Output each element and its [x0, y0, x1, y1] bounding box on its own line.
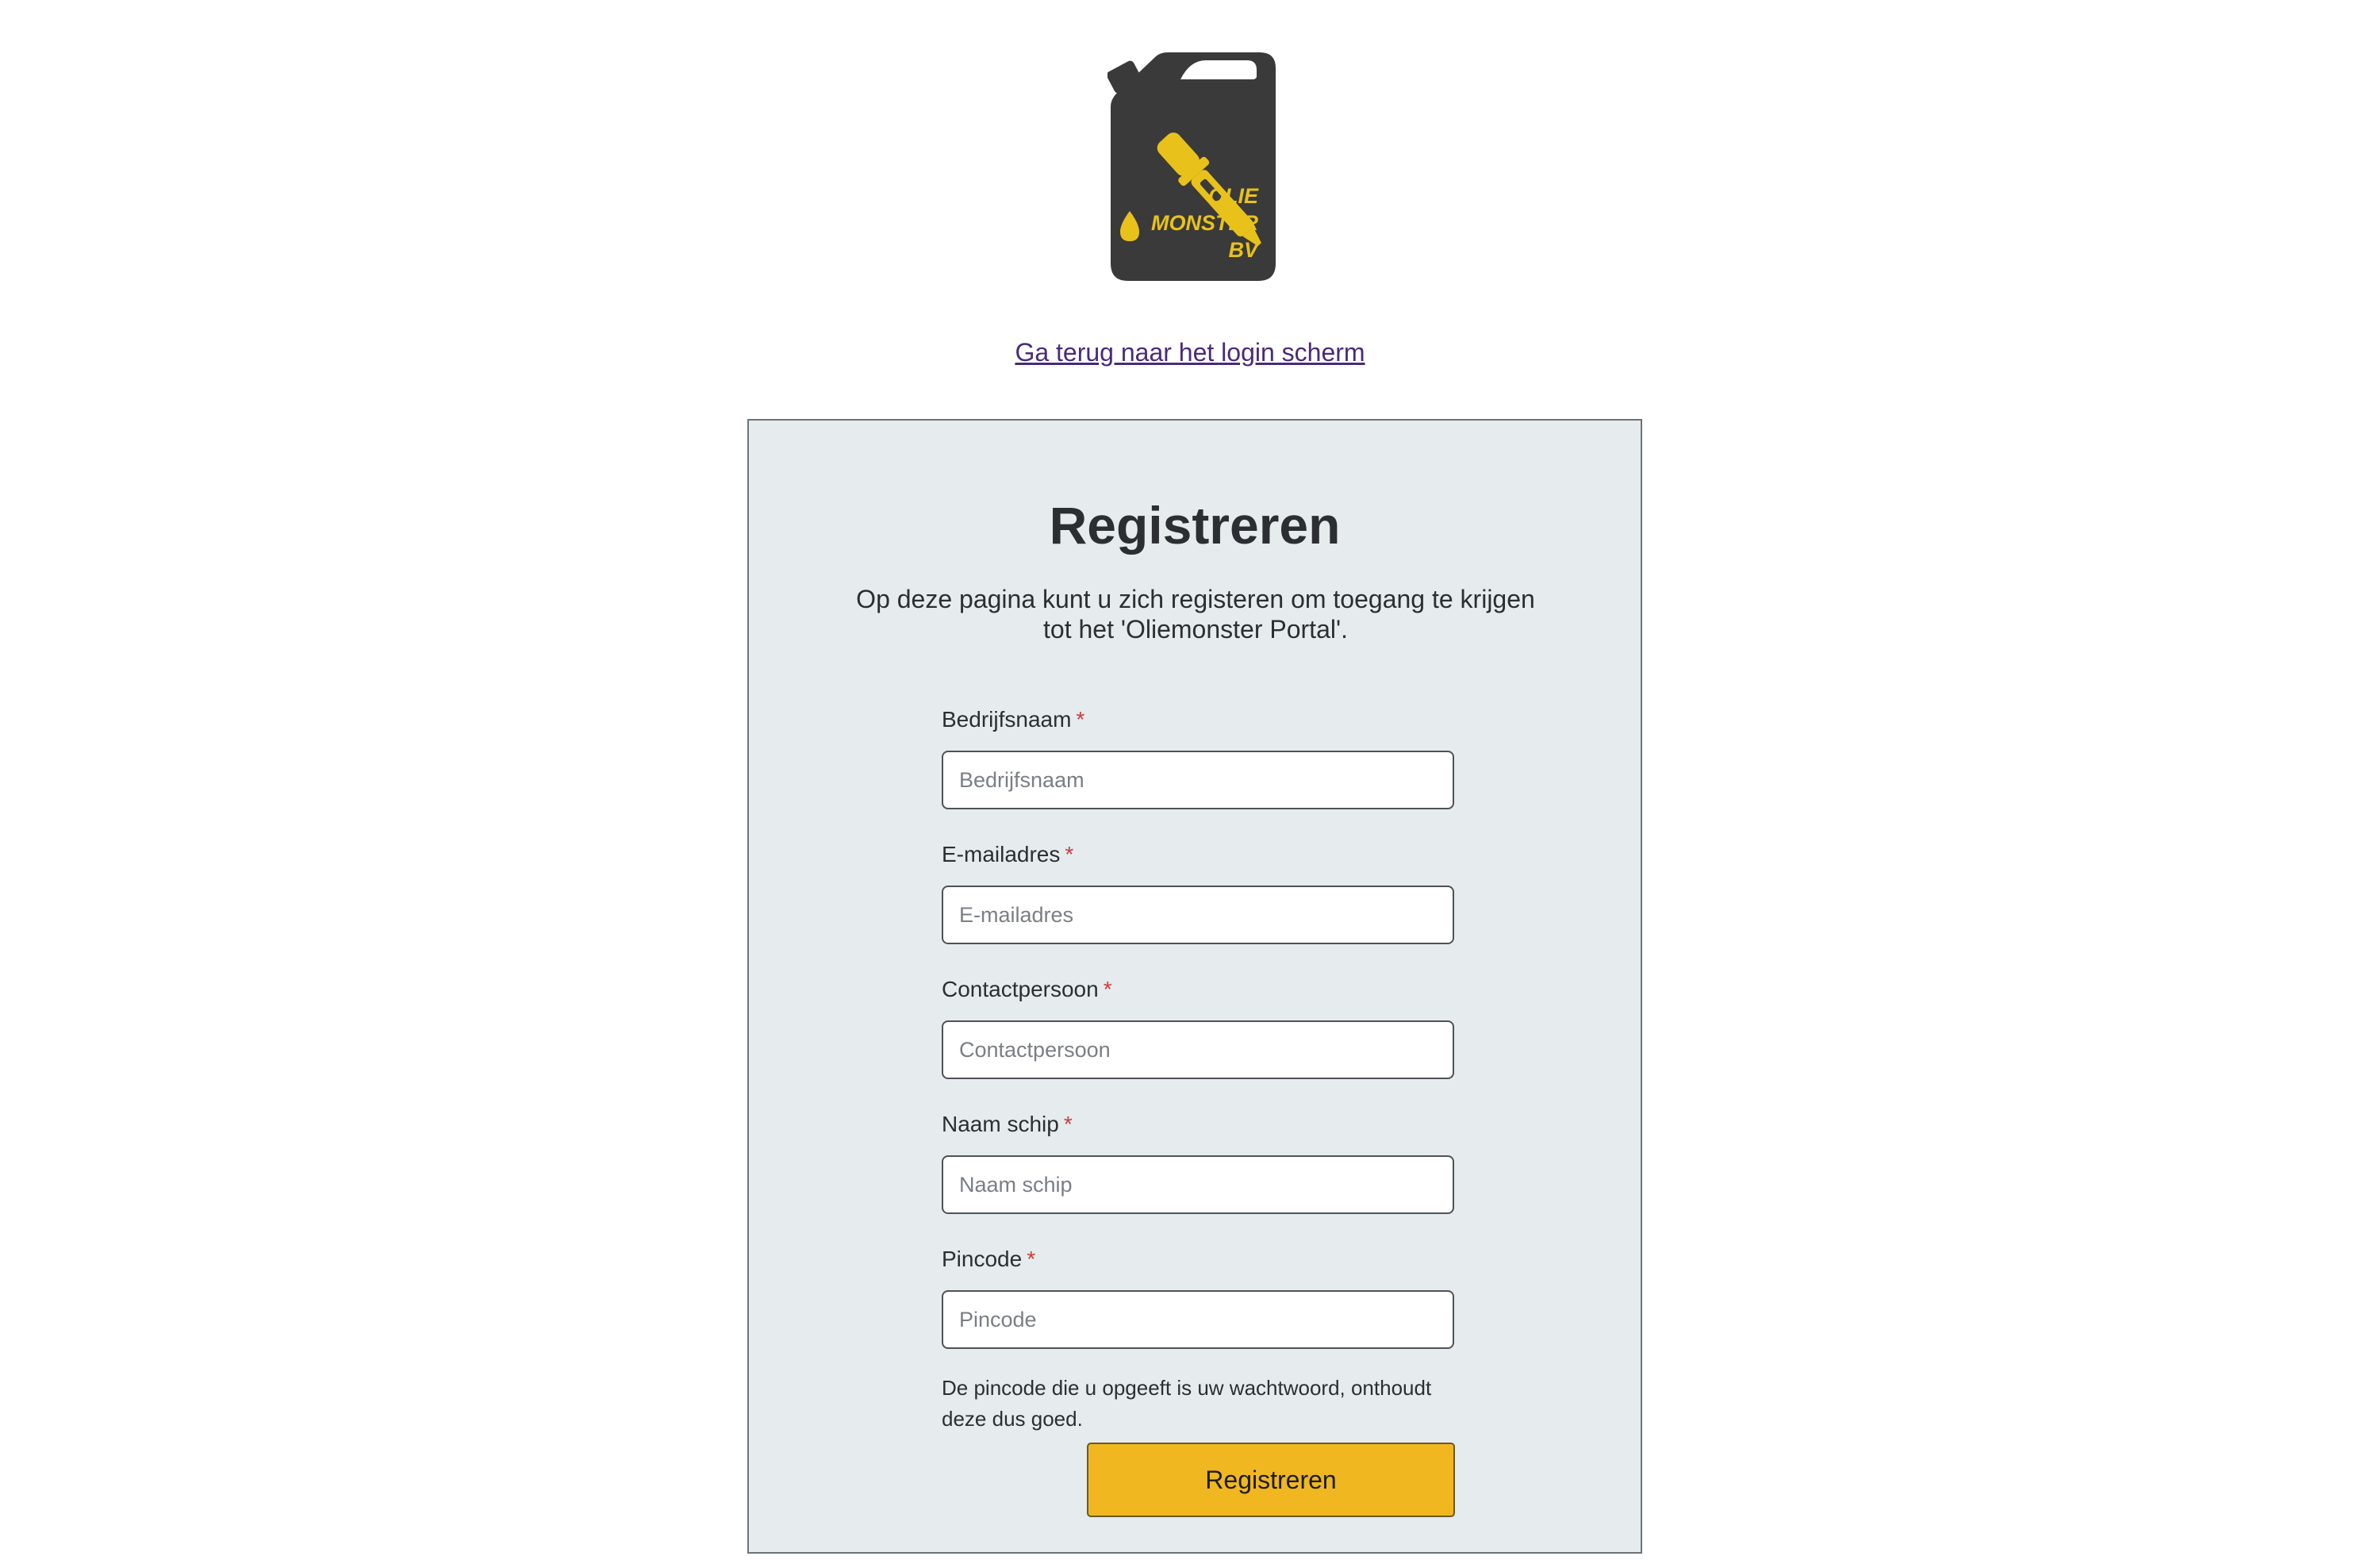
company-name-input[interactable] — [942, 751, 1454, 809]
ship-name-input[interactable] — [942, 1155, 1454, 1214]
logo-text-line-3: BV — [1228, 238, 1259, 262]
email-input[interactable] — [942, 886, 1454, 944]
contact-person-label: Contactpersoon * — [942, 977, 1112, 1001]
company-name-label: Bedrijfsnaam * — [942, 707, 1085, 732]
field-ship-name: Naam schip * — [942, 1111, 1454, 1214]
logo-text-line-1: OLIE — [1208, 184, 1259, 208]
email-label: E-mailadres * — [942, 842, 1074, 866]
register-button[interactable]: Registreren — [1087, 1443, 1455, 1517]
required-marker: * — [1076, 707, 1085, 732]
pincode-hint: De pincode die u opgeeft is uw wachtwoor… — [942, 1376, 1432, 1431]
required-marker: * — [1103, 977, 1112, 1001]
field-email: E-mailadres * — [942, 841, 1454, 944]
ship-name-label: Naam schip * — [942, 1112, 1073, 1136]
field-contact-person: Contactpersoon * — [942, 976, 1454, 1079]
logo-text-line-2: MONSTER — [1151, 211, 1259, 235]
page-title: Registreren — [1049, 496, 1341, 555]
required-marker: * — [1027, 1247, 1036, 1271]
field-pincode: Pincode * — [942, 1246, 1454, 1349]
pincode-input[interactable] — [942, 1290, 1454, 1349]
contact-person-input[interactable] — [942, 1020, 1454, 1079]
required-marker: * — [1063, 1112, 1073, 1136]
field-company-name: Bedrijfsnaam * — [942, 706, 1454, 809]
back-link-container: Ga terug naar het login scherm — [0, 336, 2380, 368]
required-marker: * — [1065, 842, 1074, 866]
back-to-login-link[interactable]: Ga terug naar het login scherm — [1015, 338, 1365, 367]
registration-card: Registreren Op deze pagina kunt u zich r… — [747, 419, 1642, 1554]
oil-canister-logo-icon: OLIE MONSTER BV — [1106, 52, 1276, 281]
intro-text: Op deze pagina kunt u zich registeren om… — [856, 585, 1535, 644]
pincode-label: Pincode * — [942, 1247, 1036, 1271]
company-logo: OLIE MONSTER BV — [1106, 48, 1280, 286]
